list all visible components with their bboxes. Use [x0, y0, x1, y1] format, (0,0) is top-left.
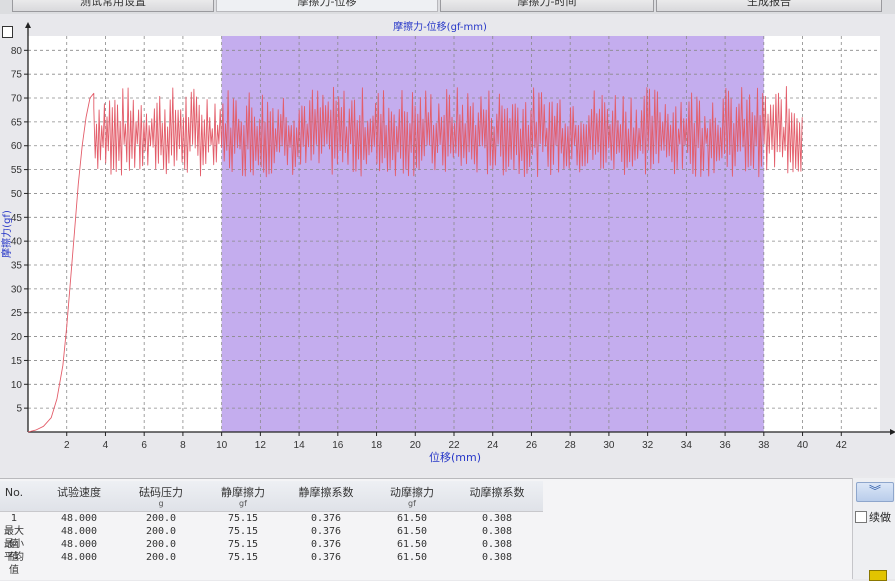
x-tick-label: 38 [758, 440, 770, 451]
y-tick-label: 50 [11, 189, 23, 200]
x-tick-label: 34 [681, 440, 693, 451]
header-test-speed: 试验速度 [57, 486, 101, 499]
y-axis-label: 摩擦力(gf) [0, 210, 13, 258]
table-cell: 75.15 [227, 552, 259, 563]
x-tick-label: 42 [836, 440, 848, 451]
table-cell: 0.376 [310, 526, 342, 537]
chart-panel: 2 4 6 8 10 12 14 16 18 20 22 24 26 28 30 32 34 36 38 40 42 5 1… [0, 14, 895, 476]
table-cell: 0.308 [481, 539, 513, 550]
row-label: 1 [10, 513, 18, 524]
table-row: 最大值 48.000 200.0 75.15 0.376 61.50 0.308 [0, 525, 543, 550]
table-cell: 200.0 [145, 552, 177, 563]
table-cell: 200.0 [145, 526, 177, 537]
tab-friction-time[interactable]: 摩擦力-时间 [440, 0, 654, 12]
x-tick-label: 24 [487, 440, 499, 451]
tab-bar: 测试常用设置 摩擦力-位移 摩擦力-时间 生成报告 [0, 0, 895, 14]
table-cell: 61.50 [396, 513, 428, 524]
x-tick-label: 20 [410, 440, 422, 451]
x-axis-label: 位移(mm) [429, 450, 481, 464]
x-tick-label: 4 [103, 440, 109, 451]
results-table: No. 试验速度 砝码压力 g 静摩擦力 gf 静摩擦系数 动摩擦力 gf 动摩擦系数… [0, 478, 852, 580]
table-cell: 75.15 [227, 539, 259, 550]
folder-icon[interactable] [869, 570, 887, 581]
table-cell: 0.308 [481, 552, 513, 563]
x-tick-label: 18 [371, 440, 383, 451]
y-tick-label: 65 [11, 117, 23, 128]
x-tick-label: 26 [526, 440, 538, 451]
table-cell: 0.376 [310, 513, 342, 524]
tab-friction-displacement[interactable]: 摩擦力-位移 [216, 0, 438, 12]
side-panel: ︾ 续做 [852, 478, 895, 581]
x-tick-label: 22 [448, 440, 460, 451]
table-cell: 0.376 [310, 552, 342, 563]
table-header: No. 试验速度 砝码压力 g 静摩擦力 gf 静摩擦系数 动摩擦力 gf 动摩擦系数 [0, 481, 543, 512]
x-tick-label: 32 [642, 440, 654, 451]
tab-test-settings[interactable]: 测试常用设置 [12, 0, 214, 12]
table-cell: 0.308 [481, 513, 513, 524]
table-cell: 200.0 [145, 513, 177, 524]
y-tick-label: 70 [11, 94, 23, 105]
table-cell: 0.308 [481, 526, 513, 537]
table-cell: 75.15 [227, 526, 259, 537]
y-tick-label: 75 [11, 70, 23, 81]
header-static-friction: 静摩擦力 gf [221, 486, 265, 508]
chart-title: 摩擦力-位移(gf-mm) [393, 20, 487, 33]
x-tick-label: 10 [216, 440, 228, 451]
y-tick-label: 5 [16, 404, 22, 415]
expand-button[interactable]: ︾ [856, 482, 894, 502]
table-row: 1 48.000 200.0 75.15 0.376 61.50 0.308 [0, 512, 543, 525]
x-tick-label: 2 [64, 440, 70, 451]
header-weight-pressure: 砝码压力 g [139, 486, 183, 508]
y-tick-label: 80 [11, 46, 23, 57]
y-tick-label: 20 [11, 332, 23, 343]
x-tick-label: 28 [565, 440, 577, 451]
y-tick-label: 55 [11, 165, 23, 176]
x-tick-label: 6 [141, 440, 147, 451]
x-tick-label: 36 [720, 440, 732, 451]
header-static-coefficient: 静摩擦系数 [298, 486, 354, 499]
table-cell: 200.0 [145, 539, 177, 550]
y-tick-label: 15 [11, 356, 23, 367]
friction-displacement-chart: 2 4 6 8 10 12 14 16 18 20 22 24 26 28 30 32 34 36 38 40 4251… [0, 20, 895, 464]
double-chevron-down-icon: ︾ [869, 484, 882, 498]
y-tick-label: 35 [11, 261, 23, 272]
x-tick-label: 30 [603, 440, 615, 451]
x-axis-arrow [890, 429, 895, 435]
y-tick-label: 30 [11, 284, 23, 295]
y-axis-arrow [25, 22, 31, 28]
row-label: 平均值 [4, 552, 24, 576]
header-dynamic-friction: 动摩擦力 gf [390, 486, 434, 508]
header-dynamic-coefficient: 动摩擦系数 [469, 486, 525, 499]
table-row: 最小值 48.000 200.0 75.15 0.376 61.50 0.308 [0, 538, 543, 563]
tab-generate-report[interactable]: 生成报告 [656, 0, 882, 12]
table-cell: 48.000 [60, 539, 98, 550]
table-cell: 61.50 [396, 526, 428, 537]
table-row: 平均值 48.000 200.0 75.15 0.376 61.50 0.308 [0, 551, 543, 576]
header-no: No. [4, 486, 24, 499]
table-cell: 48.000 [60, 513, 98, 524]
table-cell: 61.50 [396, 539, 428, 550]
y-tick-label: 10 [11, 380, 23, 391]
table-cell: 48.000 [60, 526, 98, 537]
x-tick-label: 12 [255, 440, 267, 451]
x-tick-label: 14 [294, 440, 306, 451]
row-label: 最小值 [4, 539, 24, 563]
continue-checkbox[interactable] [855, 511, 867, 523]
row-label: 最大值 [4, 526, 24, 550]
x-tick-label: 16 [332, 440, 344, 451]
table-cell: 0.376 [310, 539, 342, 550]
table-cell: 75.15 [227, 513, 259, 524]
y-tick-label: 25 [11, 308, 23, 319]
x-tick-label: 8 [180, 440, 186, 451]
x-tick-label: 40 [797, 440, 809, 451]
y-tick-label: 60 [11, 141, 23, 152]
table-cell: 61.50 [396, 552, 428, 563]
continue-label: 续做 [869, 511, 891, 524]
table-cell: 48.000 [60, 552, 98, 563]
